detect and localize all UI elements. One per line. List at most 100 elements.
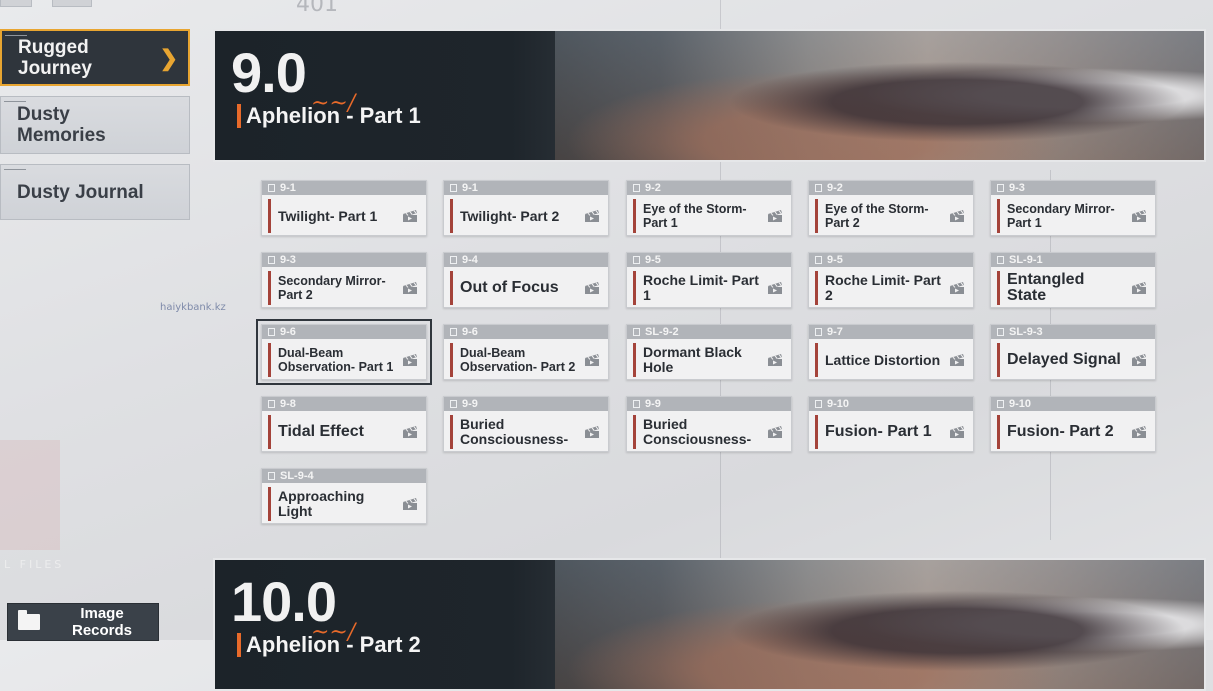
stage-card[interactable]: 9-9 Buried Consciousness- xyxy=(626,396,792,452)
stage-header: SL-9-1 xyxy=(991,253,1155,267)
stage-card[interactable]: 9-2 Eye of the Storm- Part 1 xyxy=(626,180,792,236)
stage-card[interactable]: 9-9 Buried Consciousness- xyxy=(443,396,609,452)
document-icon xyxy=(997,256,1004,264)
document-icon xyxy=(815,328,822,336)
clapperboard-icon[interactable] xyxy=(949,281,965,295)
clapperboard-icon[interactable] xyxy=(402,281,418,295)
stage-code: SL-9-3 xyxy=(1009,326,1043,338)
clapperboard-icon[interactable] xyxy=(1131,425,1147,439)
stage-card[interactable]: 9-10 Fusion- Part 2 xyxy=(990,396,1156,452)
stage-header: 9-1 xyxy=(262,181,426,195)
stage-card[interactable]: 9-1 Twilight- Part 1 xyxy=(261,180,427,236)
stage-name: Delayed Signal xyxy=(997,343,1127,377)
clapperboard-icon[interactable] xyxy=(402,353,418,367)
stage-card[interactable]: 9-10 Fusion- Part 1 xyxy=(808,396,974,452)
stage-header: 9-5 xyxy=(809,253,973,267)
clapperboard-icon[interactable] xyxy=(767,425,783,439)
stage-card[interactable]: 9-5 Roche Limit- Part 1 xyxy=(626,252,792,308)
clapperboard-icon[interactable] xyxy=(767,281,783,295)
stage-header: SL-9-2 xyxy=(627,325,791,339)
episode-banner[interactable]: 9.0 ~~/ Aphelion - Part 1 xyxy=(213,29,1206,162)
stage-card[interactable]: 9-5 Roche Limit- Part 2 xyxy=(808,252,974,308)
sidebar-item-dusty-memories[interactable]: Dusty Memories xyxy=(0,96,190,154)
stage-header: 9-5 xyxy=(627,253,791,267)
stage-name: Eye of the Storm- Part 2 xyxy=(815,199,945,233)
document-icon xyxy=(268,328,275,336)
stage-card[interactable]: 9-6 Dual-Beam Observation- Part 1 xyxy=(256,319,432,385)
clapperboard-icon[interactable] xyxy=(584,425,600,439)
stage-header: 9-3 xyxy=(262,253,426,267)
clapperboard-icon[interactable] xyxy=(767,209,783,223)
sidebar-item-dusty-journal[interactable]: Dusty Journal xyxy=(0,164,190,220)
stage-card[interactable]: SL-9-3 Delayed Signal xyxy=(990,324,1156,380)
stage-card[interactable]: SL-9-4 Approaching Light xyxy=(261,468,427,524)
stage-code: 9-4 xyxy=(462,254,478,266)
stage-name: Out of Focus xyxy=(450,271,580,305)
stage-code: SL-9-2 xyxy=(645,326,679,338)
stage-card[interactable]: 9-3 Secondary Mirror- Part 1 xyxy=(990,180,1156,236)
stage-card[interactable]: 9-2 Eye of the Storm- Part 2 xyxy=(808,180,974,236)
stage-card[interactable]: SL-9-2 Dormant Black Hole xyxy=(626,324,792,380)
sidebar-item-label: Dusty Journal xyxy=(17,181,144,203)
sidebar-item-rugged-journey[interactable]: Rugged Journey ❯ xyxy=(0,29,190,86)
image-records-button[interactable]: Image Records xyxy=(7,603,159,641)
stage-code: 9-7 xyxy=(827,326,843,338)
document-icon xyxy=(997,328,1004,336)
clapperboard-icon[interactable] xyxy=(1131,281,1147,295)
stage-card[interactable]: 9-6 Dual-Beam Observation- Part 2 xyxy=(443,324,609,380)
tick-mark xyxy=(4,101,26,105)
top-tab-stub[interactable] xyxy=(52,0,92,7)
clapperboard-icon[interactable] xyxy=(584,209,600,223)
stage-card[interactable]: SL-9-1 Entangled State xyxy=(990,252,1156,308)
stage-code: 9-5 xyxy=(827,254,843,266)
clapperboard-icon[interactable] xyxy=(767,353,783,367)
stage-name: Fusion- Part 2 xyxy=(997,415,1127,449)
clapperboard-icon[interactable] xyxy=(1131,353,1147,367)
stage-header: 9-10 xyxy=(991,397,1155,411)
clapperboard-icon[interactable] xyxy=(949,425,965,439)
stage-header: 9-10 xyxy=(809,397,973,411)
stage-header: 9-1 xyxy=(444,181,608,195)
stage-header: 9-9 xyxy=(444,397,608,411)
clapperboard-icon[interactable] xyxy=(1131,209,1147,223)
stage-name: Buried Consciousness- xyxy=(633,415,763,449)
stage-header: 9-8 xyxy=(262,397,426,411)
bg-deco-block xyxy=(0,440,60,550)
clapperboard-icon[interactable] xyxy=(402,497,418,511)
bg-tag: haiykbank.kz xyxy=(160,302,226,313)
tick-mark xyxy=(4,169,26,173)
document-icon xyxy=(997,184,1004,192)
folder-icon xyxy=(18,610,40,630)
clapperboard-icon[interactable] xyxy=(584,281,600,295)
stage-header: SL-9-3 xyxy=(991,325,1155,339)
stage-card[interactable]: 9-3 Secondary Mirror- Part 2 xyxy=(261,252,427,308)
stage-name: Twilight- Part 1 xyxy=(268,199,398,233)
document-icon xyxy=(450,256,457,264)
stage-code: 9-8 xyxy=(280,398,296,410)
episode-artwork xyxy=(555,560,1204,689)
stage-header: 9-9 xyxy=(627,397,791,411)
stage-name: Twilight- Part 2 xyxy=(450,199,580,233)
stage-header: 9-6 xyxy=(262,325,426,339)
clapperboard-icon[interactable] xyxy=(949,209,965,223)
top-tab-stub[interactable] xyxy=(0,0,32,7)
episode-artwork xyxy=(555,31,1204,160)
clapperboard-icon[interactable] xyxy=(584,353,600,367)
stage-code: 9-9 xyxy=(462,398,478,410)
document-icon xyxy=(633,256,640,264)
stage-code: 9-1 xyxy=(280,182,296,194)
stage-card[interactable]: 9-1 Twilight- Part 2 xyxy=(443,180,609,236)
document-icon xyxy=(815,256,822,264)
document-icon xyxy=(450,400,457,408)
document-icon xyxy=(450,184,457,192)
clapperboard-icon[interactable] xyxy=(949,353,965,367)
clapperboard-icon[interactable] xyxy=(402,425,418,439)
stage-code: 9-1 xyxy=(462,182,478,194)
stage-card[interactable]: 9-4 Out of Focus xyxy=(443,252,609,308)
document-icon xyxy=(633,328,640,336)
stage-card[interactable]: 9-8 Tidal Effect xyxy=(261,396,427,452)
document-icon xyxy=(815,400,822,408)
clapperboard-icon[interactable] xyxy=(402,209,418,223)
episode-banner[interactable]: 10.0 ~~/ Aphelion - Part 2 xyxy=(213,558,1206,691)
stage-card[interactable]: 9-7 Lattice Distortion xyxy=(808,324,974,380)
